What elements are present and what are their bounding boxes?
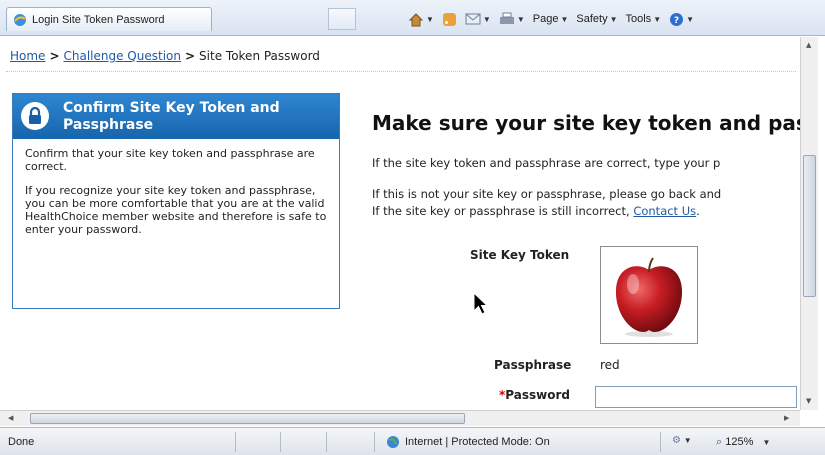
mouse-cursor-icon [473,292,489,315]
page-menu[interactable]: Page ▼ [533,13,569,25]
info-panel-header: Confirm Site Key Token and Passphrase [13,94,339,139]
browser-toolbar: Login Site Token Password ▼ ▼ ▼ Page ▼ Sa… [0,0,825,36]
home-icon [408,12,424,26]
breadcrumb-challenge-link[interactable]: Challenge Question [64,49,181,63]
info-panel: Confirm Site Key Token and Passphrase Co… [12,93,340,309]
security-zone[interactable]: Internet | Protected Mode: On [386,435,550,449]
scroll-right-icon[interactable]: ▶ [784,414,789,422]
contact-us-link[interactable]: Contact Us [633,204,696,218]
ie-page-icon [14,13,26,26]
command-bar: ▼ ▼ ▼ Page ▼ Safety ▼ Tools ▼ ? ▼ [408,9,694,29]
apple-icon [615,257,683,337]
print-button[interactable]: ▼ [499,12,525,26]
info-paragraph: Confirm that your site key token and pas… [25,147,315,173]
password-label: *Password [499,388,570,402]
mail-icon [465,13,481,25]
browser-tab[interactable]: Login Site Token Password [6,7,212,31]
password-input[interactable] [595,386,797,408]
vertical-scrollbar[interactable]: ▲ ▼ [800,37,818,410]
divider [6,71,796,72]
instruction-text: If this is not your site key or passphra… [372,187,722,201]
divider [280,432,281,452]
page-title: Make sure your site key token and pass [372,111,800,135]
passphrase-value: red [600,358,620,372]
vertical-scroll-thumb[interactable] [803,155,816,297]
status-text: Done [8,436,35,448]
feeds-icon [442,12,456,26]
protected-mode-icon[interactable]: ⚙ ▼ [672,435,692,446]
instruction-text: If the site key or passphrase is still i… [372,204,700,218]
info-panel-title: Confirm Site Key Token and Passphrase [63,100,280,133]
breadcrumb-separator: > [184,49,196,63]
instruction-text: If the site key token and passphrase are… [372,156,721,170]
tools-menu[interactable]: Tools ▼ [626,13,662,25]
tab-title: Login Site Token Password [32,13,165,26]
divider [660,432,661,452]
zoom-icon: ⌕ [716,436,723,448]
breadcrumb-home-link[interactable]: Home [10,49,45,63]
info-paragraph: If you recognize your site key token and… [25,184,327,236]
page-content: Home > Challenge Question > Site Token Passw… [0,37,800,410]
breadcrumb-current: Site Token Password [199,49,320,63]
horizontal-scroll-thumb[interactable] [30,413,465,424]
info-panel-body: Confirm that your site key token and pas… [13,139,339,255]
horizontal-scrollbar[interactable]: ◀ ▶ [0,410,800,426]
divider [326,432,327,452]
svg-text:?: ? [674,16,679,26]
scroll-up-icon[interactable]: ▲ [806,41,811,49]
globe-icon [387,436,399,448]
safety-menu[interactable]: Safety ▼ [576,13,617,25]
scroll-left-icon[interactable]: ◀ [8,414,13,422]
printer-icon [499,12,514,24]
zoom-level[interactable]: ⌕ 125% ▼ [716,436,770,449]
home-button[interactable]: ▼ [408,12,434,27]
status-bar: Done Internet | Protected Mode: On ⚙ ▼ ⌕… [0,427,825,455]
site-key-token-image [600,246,698,344]
site-key-label: Site Key Token [470,248,570,262]
feeds-button[interactable] [442,12,457,27]
lock-icon [21,102,49,130]
divider [374,432,375,452]
breadcrumb-separator: > [49,49,60,63]
help-button[interactable]: ? ▼ [669,12,694,27]
divider [235,432,236,452]
scroll-down-icon[interactable]: ▼ [806,397,811,405]
breadcrumb: Home > Challenge Question > Site Token Passw… [10,49,320,63]
help-icon: ? [670,12,684,26]
read-mail-button[interactable]: ▼ [465,12,491,26]
new-tab-button[interactable] [328,8,356,30]
passphrase-label: Passphrase [494,358,572,372]
